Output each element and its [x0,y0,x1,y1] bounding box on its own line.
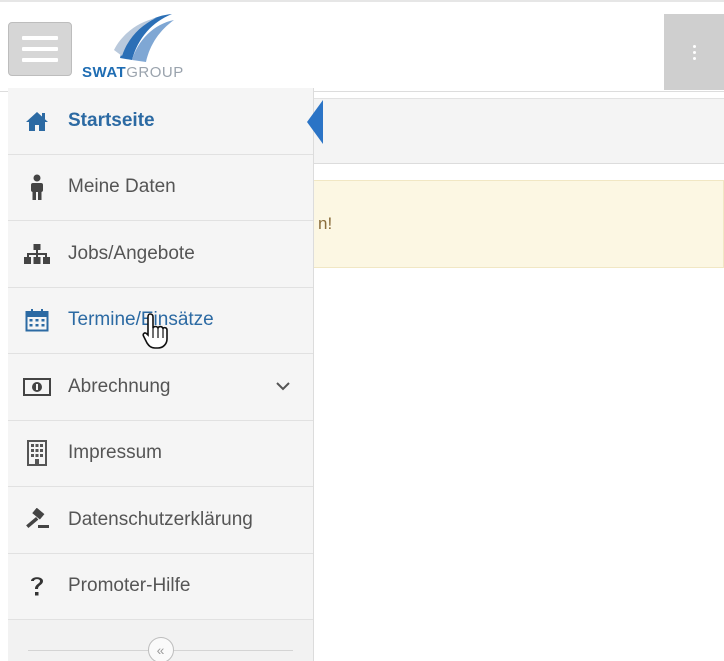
sidebar-item-promoter-hilfe[interactable]: Promoter-Hilfe [8,553,313,620]
question-icon [12,574,62,598]
app-page: SWATGROUP n! Startseite Meine Daten Jobs… [0,0,724,661]
alert-message: n! [314,180,724,268]
gavel-icon [12,507,62,532]
sidebar-item-label: Abrechnung [68,375,171,397]
hand-cursor-icon [142,312,170,355]
logo-text-secondary: GROUP [126,64,184,81]
logo-text: SWATGROUP [82,64,184,81]
money-icon [12,377,62,396]
alert-text: n! [318,214,333,233]
swatgroup-logo[interactable]: SWATGROUP [78,10,218,84]
sidebar-nav: Startseite Meine Daten Jobs/Angebote Ter… [8,88,323,661]
hamburger-bar [22,47,58,51]
more-options-button[interactable] [664,14,724,90]
hamburger-bar [22,58,58,62]
menu-toggle-button[interactable] [8,22,72,76]
calendar-icon [12,308,62,332]
active-indicator [307,100,323,144]
kebab-dot [692,56,696,60]
sidebar-item-label: Datenschutzerklärung [68,508,253,530]
sidebar-item-startseite[interactable]: Startseite [8,88,323,155]
kebab-dot [692,50,696,54]
hamburger-bar [22,36,58,40]
top-header: SWATGROUP [0,0,724,92]
sidebar-item-impressum[interactable]: Impressum [8,420,313,487]
sidebar-item-label: Startseite [68,109,155,131]
sidebar-collapse-row: « [8,620,313,661]
kebab-dot [692,44,696,48]
building-icon [12,440,62,467]
sidebar-item-jobs-angebote[interactable]: Jobs/Angebote [8,221,313,288]
chevron-down-icon[interactable] [275,378,291,396]
sidebar-item-label: Impressum [68,442,162,464]
sidebar-item-abrechnung[interactable]: Abrechnung [8,354,313,421]
sidebar-item-label: Termine/Einsätze [68,309,214,331]
logo-swoosh-icon [114,14,174,62]
sidebar-item-label: Meine Daten [68,176,176,198]
sidebar-item-label: Jobs/Angebote [68,242,195,264]
sitemap-icon [12,243,62,265]
content-title-bar [314,98,724,164]
logo-text-primary: SWAT [82,64,127,81]
home-icon [12,110,62,132]
sidebar-item-datenschutzerklaerung[interactable]: Datenschutzerklärung [8,487,313,554]
sidebar-collapse-button[interactable]: « [147,637,174,661]
person-icon [12,174,62,201]
sidebar-item-meine-daten[interactable]: Meine Daten [8,154,313,221]
sidebar-item-label: Promoter-Hilfe [68,575,191,597]
